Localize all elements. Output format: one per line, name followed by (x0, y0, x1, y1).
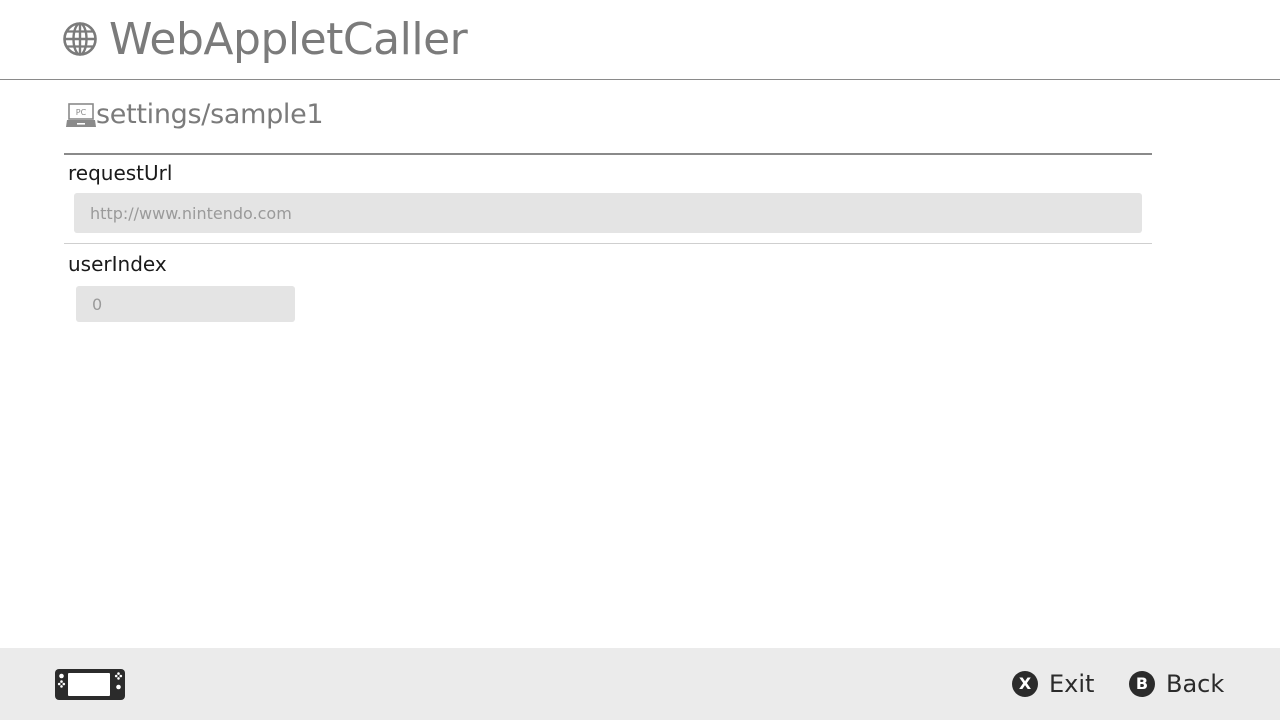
back-button[interactable]: B Back (1129, 668, 1224, 700)
svg-text:PC: PC (76, 108, 87, 117)
globe-icon (63, 22, 97, 56)
request-url-label: requestUrl (68, 161, 173, 185)
x-button-icon: X (1012, 671, 1038, 697)
section-header: PC settings/sample1 (64, 97, 1152, 155)
pc-icon: PC (66, 103, 96, 127)
section-title: settings/sample1 (96, 99, 324, 130)
app-header: WebAppletCaller (0, 0, 1280, 80)
exit-button[interactable]: X Exit (1012, 668, 1094, 700)
footer-bar: X Exit B Back (0, 648, 1280, 720)
back-label: Back (1166, 670, 1225, 698)
user-index-input[interactable] (76, 286, 295, 322)
exit-label: Exit (1049, 670, 1095, 698)
app-title: WebAppletCaller (109, 14, 468, 65)
b-button-icon: B (1129, 671, 1155, 697)
request-url-input[interactable] (74, 193, 1142, 233)
user-index-label: userIndex (68, 252, 167, 276)
row-divider (64, 243, 1152, 244)
console-handheld-icon (55, 669, 125, 700)
